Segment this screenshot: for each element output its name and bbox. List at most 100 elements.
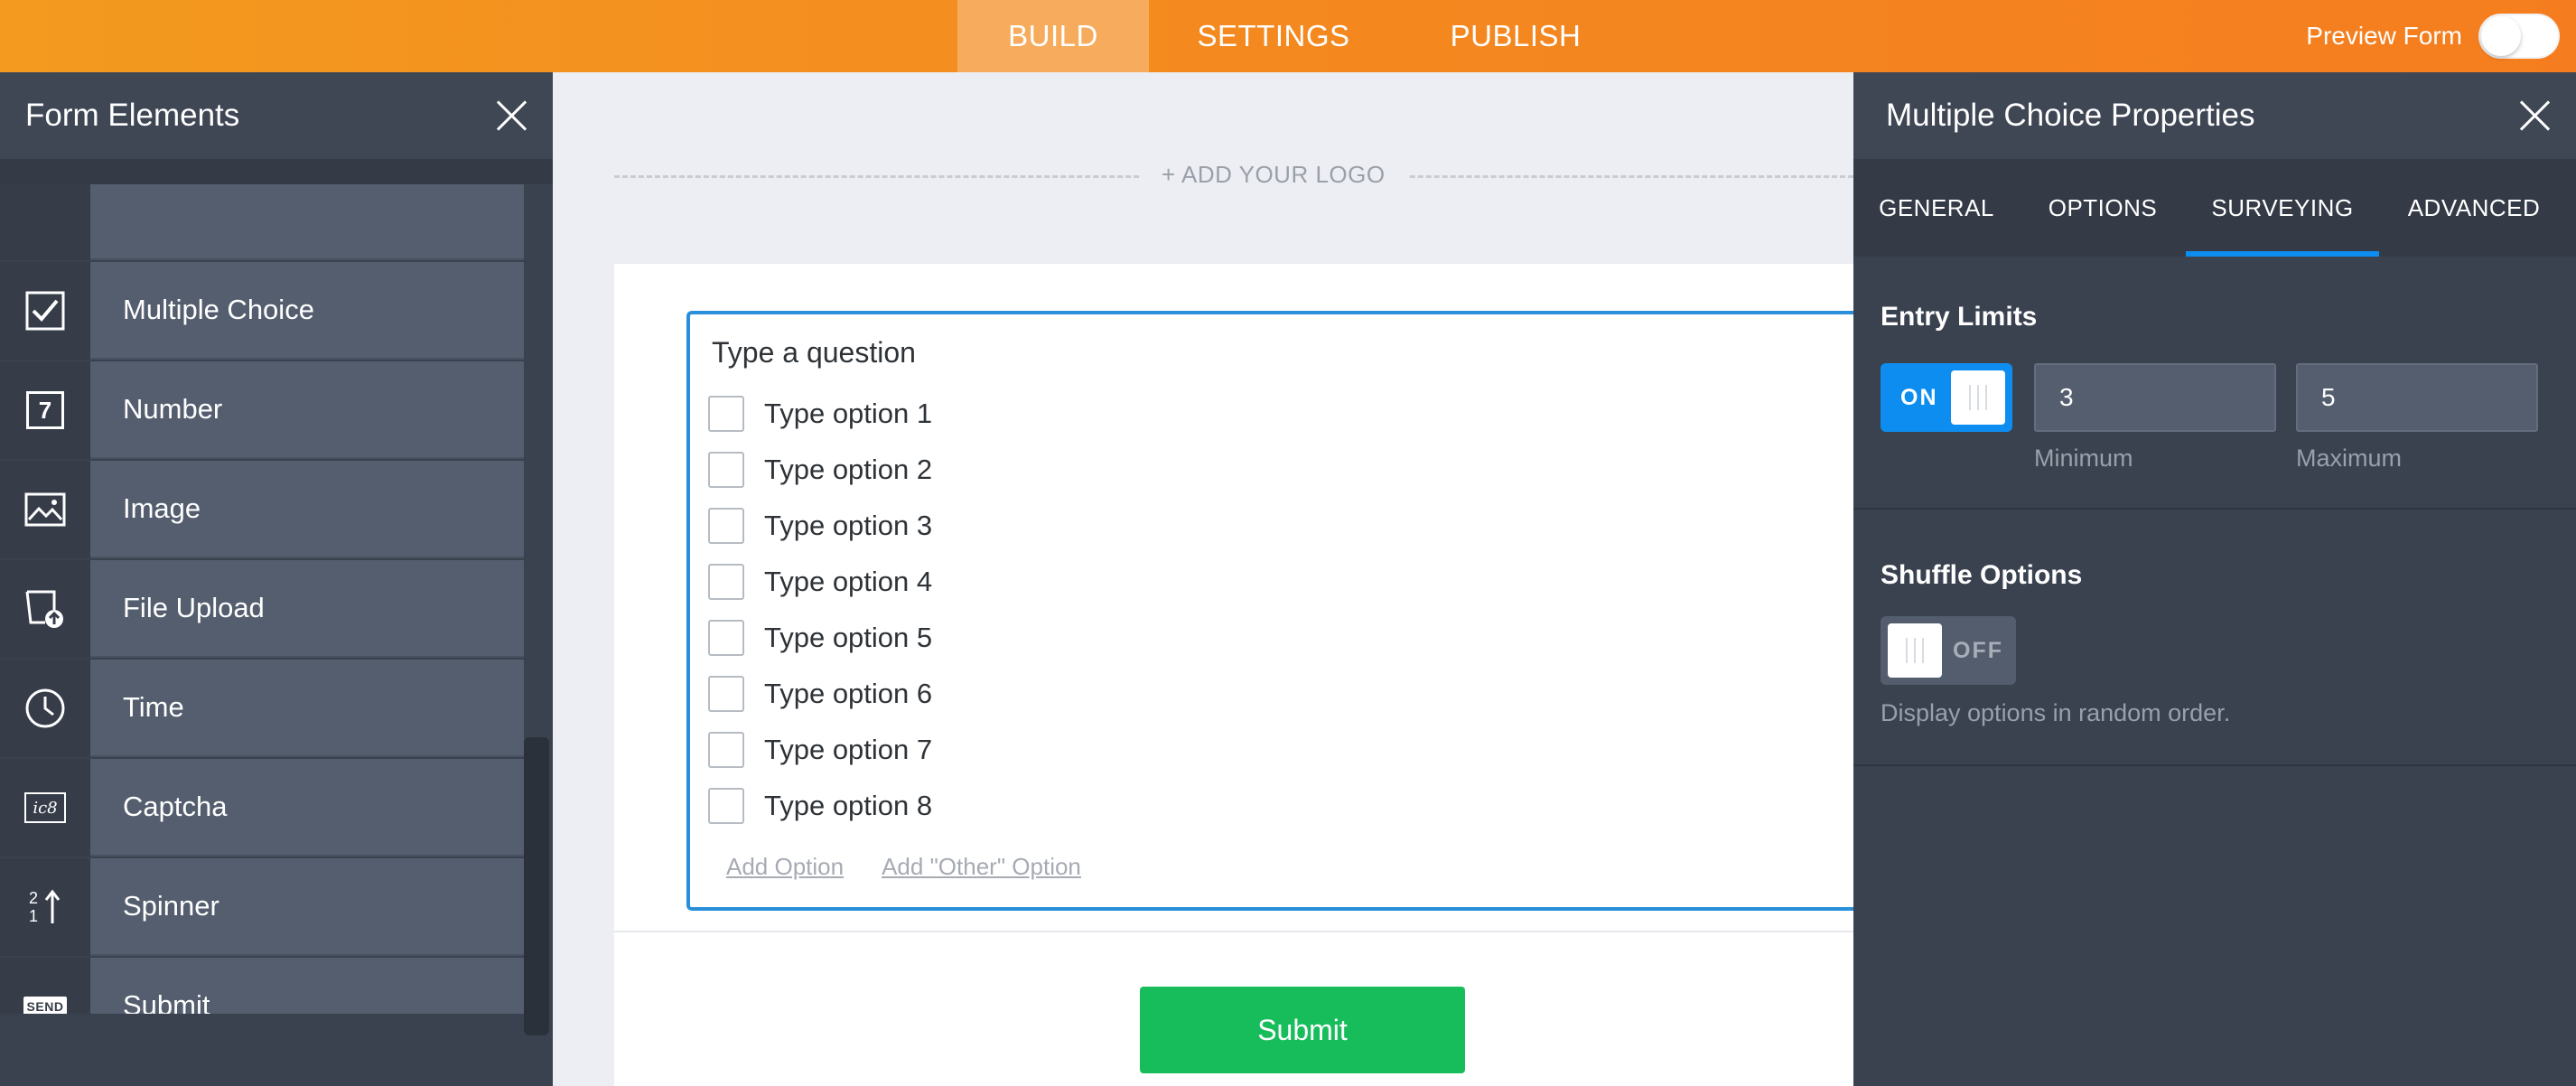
spinner-icon: 2 1 (0, 858, 90, 956)
element-spinner[interactable]: 2 1 Spinner (0, 858, 524, 956)
element-label: Spinner (90, 858, 524, 956)
option-row[interactable]: Type option 3 (708, 508, 932, 544)
toggle-knob (1888, 623, 1942, 678)
number-icon-glyph: 7 (26, 391, 64, 429)
checkbox-icon (0, 262, 90, 360)
element-file-upload[interactable]: File Upload (0, 560, 524, 658)
spinner-digit-top: 2 (28, 889, 38, 907)
preview-form-label: Preview Form (2306, 22, 2462, 50)
divider (614, 931, 1853, 932)
entry-limits-section: Entry Limits ON 3 5 Minimum Maximum (1853, 257, 2576, 510)
add-logo-button[interactable]: + ADD YOUR LOGO (1140, 161, 1407, 189)
option-checkbox[interactable] (708, 508, 744, 544)
tab-build[interactable]: BUILD (957, 0, 1149, 72)
option-checkbox[interactable] (708, 452, 744, 488)
property-tabs: GENERAL OPTIONS SURVEYING ADVANCED (1853, 159, 2576, 257)
element-captcha[interactable]: ic8 Captcha (0, 759, 524, 857)
close-icon[interactable] (2516, 98, 2553, 134)
top-nav: BUILD SETTINGS PUBLISH (957, 0, 1633, 72)
form-elements-header: Form Elements (0, 72, 553, 159)
list-item-label (90, 184, 524, 260)
element-label: Multiple Choice (90, 262, 524, 360)
toggle-knob (2481, 16, 2521, 56)
submit-button[interactable]: Submit (1140, 987, 1465, 1073)
tab-advanced[interactable]: ADVANCED (2379, 159, 2569, 257)
element-image[interactable]: Image (0, 461, 524, 558)
tab-options[interactable]: OPTIONS (2020, 159, 2186, 257)
list-item[interactable] (0, 184, 524, 260)
section-title: Shuffle Options (1881, 560, 2083, 590)
option-label[interactable]: Type option 1 (764, 398, 932, 430)
element-label: Image (90, 461, 524, 558)
option-label[interactable]: Type option 3 (764, 510, 932, 542)
option-checkbox[interactable] (708, 732, 744, 768)
grip-icon (1906, 638, 1924, 663)
toggle-label: ON (1900, 384, 1938, 410)
panel-title: Form Elements (25, 98, 240, 133)
option-label[interactable]: Type option 4 (764, 566, 932, 598)
option-checkbox[interactable] (708, 564, 744, 600)
spinner-digits: 2 1 (29, 889, 38, 925)
preview-form: Preview Form (2306, 0, 2560, 72)
element-number[interactable]: 7 Number (0, 361, 524, 459)
option-checkbox[interactable] (708, 620, 744, 656)
element-label: Number (90, 361, 524, 459)
option-row[interactable]: Type option 4 (708, 564, 932, 600)
question-title[interactable]: Type a question (712, 336, 916, 370)
option-label[interactable]: Type option 5 (764, 622, 932, 654)
option-row[interactable]: Type option 6 (708, 676, 932, 712)
element-multiple-choice[interactable]: Multiple Choice (0, 262, 524, 360)
minimum-caption: Minimum (2034, 445, 2133, 472)
option-label[interactable]: Type option 6 (764, 678, 932, 710)
send-icon: SEND (0, 958, 90, 1014)
close-icon[interactable] (493, 98, 529, 134)
partial-icon (0, 184, 90, 260)
option-row[interactable]: Type option 1 (708, 396, 932, 432)
element-label: Submit (90, 958, 524, 1014)
tab-general[interactable]: GENERAL (1853, 159, 2020, 257)
add-other-option-link[interactable]: Add "Other" Option (882, 853, 1081, 881)
file-upload-icon (0, 560, 90, 658)
option-row[interactable]: Type option 8 (708, 788, 932, 824)
shuffle-options-section: Shuffle Options OFF Display options in r… (1853, 511, 2576, 766)
image-icon (0, 461, 90, 558)
captcha-icon: ic8 (0, 759, 90, 857)
arrow-up-icon (44, 889, 61, 923)
tab-publish[interactable]: PUBLISH (1398, 0, 1633, 72)
maximum-caption: Maximum (2296, 445, 2403, 472)
toggle-knob (1951, 370, 2005, 425)
option-checkbox[interactable] (708, 396, 744, 432)
section-title: Entry Limits (1881, 302, 2038, 332)
element-label: File Upload (90, 560, 524, 658)
option-checkbox[interactable] (708, 788, 744, 824)
element-time[interactable]: Time (0, 660, 524, 757)
spinner-digit-bottom: 1 (28, 907, 38, 925)
option-label[interactable]: Type option 2 (764, 454, 932, 486)
element-submit[interactable]: SEND Submit (0, 958, 524, 1014)
option-row[interactable]: Type option 2 (708, 452, 932, 488)
tab-surveying[interactable]: SURVEYING (2186, 159, 2379, 257)
captcha-icon-glyph: ic8 (24, 792, 66, 823)
scrollbar-thumb[interactable] (524, 737, 549, 1035)
number-icon: 7 (0, 361, 90, 459)
add-option-link[interactable]: Add Option (726, 853, 844, 881)
option-label[interactable]: Type option 8 (764, 790, 932, 822)
option-label[interactable]: Type option 7 (764, 734, 932, 766)
maximum-field[interactable]: 5 (2296, 363, 2538, 432)
toggle-label: OFF (1953, 637, 2003, 663)
entry-limits-toggle[interactable]: ON (1881, 363, 2012, 432)
tab-settings[interactable]: SETTINGS (1149, 0, 1398, 72)
minimum-field[interactable]: 3 (2034, 363, 2276, 432)
add-option-links: Add Option Add "Other" Option (726, 853, 1081, 881)
option-checkbox[interactable] (708, 676, 744, 712)
send-icon-glyph: SEND (23, 997, 68, 1014)
properties-panel: Multiple Choice Properties GENERAL OPTIO… (1853, 72, 2576, 1086)
clock-icon (0, 660, 90, 757)
option-row[interactable]: Type option 5 (708, 620, 932, 656)
shuffle-options-toggle[interactable]: OFF (1881, 616, 2016, 685)
top-bar: BUILD SETTINGS PUBLISH Preview Form (0, 0, 2576, 72)
element-list-scrollbar[interactable] (524, 184, 553, 1035)
option-row[interactable]: Type option 7 (708, 732, 932, 768)
preview-form-toggle[interactable] (2478, 14, 2560, 59)
element-list: Multiple Choice 7 Number Image File Uplo… (0, 184, 524, 1014)
